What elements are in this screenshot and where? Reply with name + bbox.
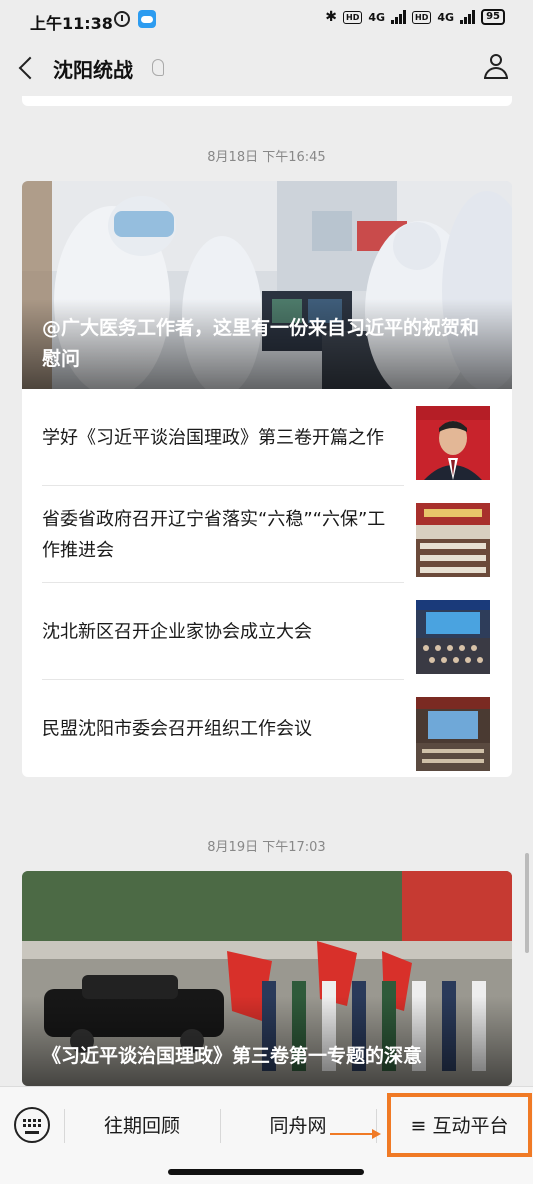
message-timestamp: 8月19日 下午17:03 [207,840,326,855]
article-title: 民盟沈阳市委会召开组织工作会议 [42,718,312,739]
previous-card-bottom [22,96,512,106]
article-item[interactable]: 省委省政府召开辽宁省落实“六稳”“六保”工作推进会 [22,486,512,583]
network-type-1: 4G [368,10,386,24]
bluetooth-icon: ✱ [325,9,338,25]
article-item[interactable]: 沈北新区召开企业家协会成立大会 [22,583,512,680]
cover-article[interactable]: 《习近平谈治国理政》第三卷第一专题的深意 [22,871,512,1086]
article-title: 沈北新区召开企业家协会成立大会 [42,621,312,642]
article-title: 学好《习近平谈治国理政》第三卷开篇之作 [42,427,384,448]
cloud-app-icon [138,10,156,28]
cover-title: @广大医务工作者，这里有一份来自习近平的祝贺和慰问 [42,317,480,370]
hd-badge-2: HD [412,10,432,24]
annotation-arrow [330,1133,376,1135]
status-bar: 上午11:38 ✱ HD 4G HD 4G 95 [0,0,533,40]
alarm-icon [114,11,130,27]
page-title: 沈阳统战 [53,58,133,82]
back-arrow-icon[interactable] [18,56,42,80]
network-type-2: 4G [437,10,455,24]
status-time: 上午11:38 [30,14,113,33]
status-right-group: ✱ HD 4G HD 4G 95 [325,9,505,25]
battery-indicator: 95 [481,9,505,25]
keyboard-icon[interactable] [14,1107,50,1143]
signal-icon-2 [460,10,476,24]
profile-icon[interactable] [483,54,509,80]
highlight-box [387,1093,532,1157]
article-title: 省委省政府召开辽宁省落实“六稳”“六保”工作推进会 [42,508,386,561]
navbar: 沈阳统战 [0,40,533,96]
annotation-arrow-head [372,1129,381,1139]
article-thumbnail [416,600,490,674]
cover-title: 《习近平谈治国理政》第三卷第一专题的深意 [42,1045,423,1067]
hd-badge-1: HD [343,10,363,24]
article-thumbnail [416,406,490,480]
cover-article[interactable]: @广大医务工作者，这里有一份来自习近平的祝贺和慰问 [22,181,512,389]
home-indicator[interactable] [168,1169,364,1175]
article-card: @广大医务工作者，这里有一份来自习近平的祝贺和慰问 学好《习近平谈治国理政》第三… [22,181,512,777]
signal-icon-1 [391,10,407,24]
article-thumbnail [416,503,490,577]
article-item[interactable]: 学好《习近平谈治国理政》第三卷开篇之作 [22,389,512,486]
menu-item-past-review[interactable]: 往期回顾 [64,1111,220,1138]
article-item[interactable]: 民盟沈阳市委会召开组织工作会议 [22,680,512,777]
scrollbar[interactable] [525,853,529,953]
message-feed[interactable]: 8月18日 下午16:45 @广大医务工作者，这里有一份来自习近平的祝贺和慰问 … [0,96,533,1086]
message-timestamp: 8月18日 下午16:45 [207,150,326,165]
ear-mode-icon[interactable] [152,59,164,76]
article-thumbnail [416,697,490,771]
article-card: 《习近平谈治国理政》第三卷第一专题的深意 [22,871,512,1086]
